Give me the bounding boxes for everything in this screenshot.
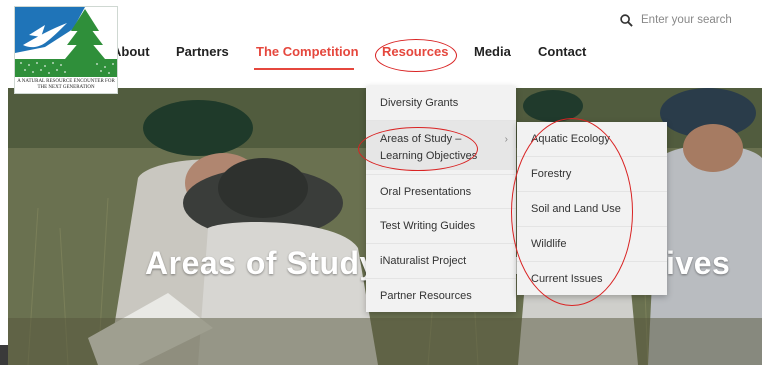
nav-contact[interactable]: Contact	[538, 44, 586, 59]
chevron-right-icon: ›	[504, 134, 508, 145]
submenu-item-label: Aquatic Ecology	[531, 133, 610, 145]
nav-resources[interactable]: Resources	[382, 44, 448, 59]
nav-the-competition[interactable]: The Competition	[256, 44, 359, 59]
submenu-item-label: Wildlife	[531, 238, 567, 250]
submenu-item-soil-and-land-use[interactable]: Soil and Land Use	[517, 191, 667, 226]
menu-item-label: Diversity Grants	[380, 97, 459, 109]
menu-item-label: iNaturalist Project	[380, 255, 467, 267]
site-header: A NATURAL RESOURCE ENCOUNTER FOR THE NEX…	[0, 0, 762, 94]
menu-item-diversity-grants[interactable]: Diversity Grants	[366, 86, 516, 120]
menu-item-label: Oral Presentations	[380, 186, 472, 198]
menu-item-oral-presentations[interactable]: Oral Presentations	[366, 174, 516, 208]
logo-tagline: A NATURAL RESOURCE ENCOUNTER FOR THE NEX…	[17, 79, 115, 90]
submenu-item-wildlife[interactable]: Wildlife	[517, 226, 667, 261]
menu-item-inaturalist-project[interactable]: iNaturalist Project	[366, 243, 516, 278]
search-box[interactable]	[620, 10, 762, 30]
submenu-item-label: Forestry	[531, 168, 572, 180]
logo-emblem-icon	[15, 7, 117, 77]
submenu-item-forestry[interactable]: Forestry	[517, 156, 667, 191]
areas-of-study-submenu: Aquatic Ecology Forestry Soil and Land U…	[517, 122, 667, 295]
nav-partners[interactable]: Partners	[176, 44, 229, 59]
nav-media[interactable]: Media	[474, 44, 511, 59]
menu-item-areas-of-study[interactable]: Areas of Study – Learning Objectives ›	[366, 120, 516, 170]
search-icon[interactable]	[620, 13, 633, 27]
menu-item-label: Partner Resources	[380, 290, 472, 302]
submenu-item-current-issues[interactable]: Current Issues	[517, 261, 667, 295]
menu-item-partner-resources[interactable]: Partner Resources	[366, 278, 516, 312]
menu-item-test-writing-guides[interactable]: Test Writing Guides	[366, 208, 516, 243]
submenu-item-aquatic-ecology[interactable]: Aquatic Ecology	[517, 122, 667, 156]
submenu-item-label: Soil and Land Use	[531, 203, 621, 215]
page-bottom	[0, 365, 762, 370]
nav-active-underline	[254, 68, 354, 70]
page-edge	[0, 345, 8, 365]
menu-item-label: Test Writing Guides	[380, 220, 476, 232]
search-input[interactable]	[641, 14, 759, 26]
submenu-item-label: Current Issues	[531, 273, 603, 285]
resources-dropdown: Diversity Grants Areas of Study – Learni…	[366, 86, 516, 312]
menu-item-label-line1: Areas of Study –	[380, 133, 462, 145]
menu-item-label-line2: Learning Objectives	[380, 150, 478, 162]
site-logo[interactable]: A NATURAL RESOURCE ENCOUNTER FOR THE NEX…	[14, 6, 118, 94]
